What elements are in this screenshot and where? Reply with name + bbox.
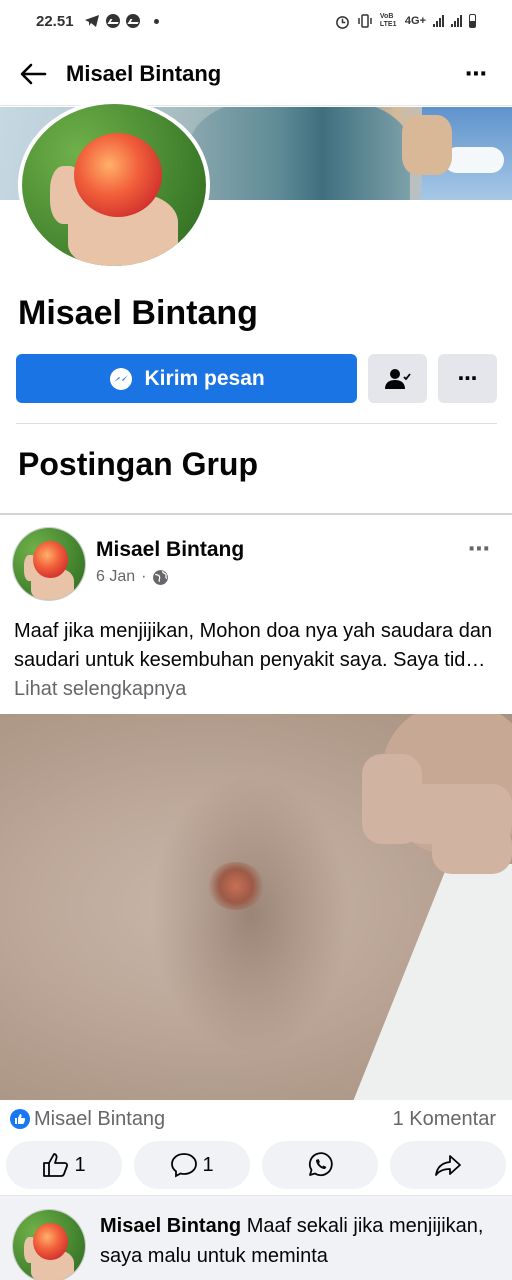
- cover-arm: [402, 115, 452, 175]
- send-message-button[interactable]: Kirim pesan: [16, 354, 358, 403]
- whatsapp-share-button[interactable]: [262, 1141, 378, 1189]
- volte-label: VoB LTE1: [379, 13, 397, 28]
- signal-icon: [433, 15, 444, 27]
- profile-avatar[interactable]: [18, 100, 210, 270]
- send-message-label: Kirim pesan: [144, 366, 265, 390]
- header-title: Misael Bintang: [66, 60, 222, 86]
- notification-icons: [84, 14, 140, 28]
- cover-figure: [190, 107, 410, 200]
- share-button[interactable]: [390, 1141, 506, 1189]
- post-date[interactable]: 6 Jan: [96, 568, 135, 586]
- post-body: Maaf jika menjijikan, Mohon doa nya yah …: [14, 620, 493, 671]
- thumbs-up-icon: [43, 1153, 69, 1177]
- like-count: 1: [74, 1153, 86, 1176]
- see-more-link[interactable]: Lihat selengkapnya: [14, 678, 186, 700]
- profile-more-button[interactable]: ⋯: [438, 354, 497, 403]
- like-reaction-icon: [10, 1109, 30, 1129]
- avatar-peach-image: [22, 104, 206, 266]
- header-more-button[interactable]: ⋯: [465, 61, 494, 87]
- like-button[interactable]: 1: [6, 1141, 122, 1189]
- profile-name: Misael Bintang: [18, 294, 258, 332]
- globe-icon: [153, 569, 169, 585]
- comment-count-link[interactable]: 1 Komentar: [393, 1108, 502, 1131]
- status-bar: 22.51 VoB LTE1 4G+: [0, 0, 512, 42]
- post-image[interactable]: [0, 714, 512, 1100]
- comment-icon: [171, 1153, 198, 1178]
- back-button[interactable]: [18, 59, 48, 89]
- comment-text: Misael Bintang Maaf sekali jika menjijik…: [100, 1211, 500, 1271]
- reactions-summary: Misael Bintang 1 Komentar: [10, 1105, 502, 1133]
- cover-cloud: [444, 147, 504, 173]
- status-right-icons: VoB LTE1 4G+: [335, 13, 476, 29]
- comment-author-name[interactable]: Misael Bintang: [100, 1215, 241, 1237]
- alarm-icon: [336, 15, 349, 29]
- messenger-icon-2: [125, 14, 140, 28]
- section-separator: [0, 513, 512, 515]
- post-action-row: 1 1: [6, 1141, 506, 1189]
- friend-status-button[interactable]: [368, 354, 428, 403]
- comment-author-avatar[interactable]: [12, 1209, 86, 1280]
- post-text: Maaf jika menjijikan, Mohon doa nya yah …: [14, 617, 504, 704]
- signal-icon-2: [451, 15, 462, 27]
- status-time: 22.51: [36, 12, 74, 30]
- battery-icon: [469, 14, 476, 28]
- app-header: Misael Bintang ⋯: [0, 42, 512, 106]
- reaction-names[interactable]: Misael Bintang: [34, 1108, 165, 1131]
- friend-check-icon: [384, 368, 411, 389]
- post-author-avatar[interactable]: [12, 527, 86, 601]
- back-arrow-icon: [20, 63, 47, 84]
- post-meta: 6 Jan ·: [96, 568, 169, 586]
- telegram-icon: [84, 15, 99, 27]
- section-title: Postingan Grup: [18, 446, 258, 482]
- network-label: 4G+: [404, 15, 426, 27]
- comment-btn-count: 1: [202, 1153, 214, 1176]
- post-more-button[interactable]: ⋯: [468, 536, 491, 562]
- vibrate-icon: [358, 14, 372, 28]
- comment-button[interactable]: 1: [134, 1141, 250, 1189]
- more-notifications-dot: [153, 18, 159, 24]
- messenger-icon: [109, 367, 132, 390]
- whatsapp-icon: [308, 1152, 333, 1177]
- share-arrow-icon: [435, 1155, 461, 1176]
- divider: [16, 423, 497, 424]
- meta-separator: ·: [141, 568, 147, 585]
- profile-actions: Kirim pesan ⋯: [16, 354, 497, 403]
- post-author-name[interactable]: Misael Bintang: [96, 538, 244, 562]
- messenger-icon: [105, 14, 120, 28]
